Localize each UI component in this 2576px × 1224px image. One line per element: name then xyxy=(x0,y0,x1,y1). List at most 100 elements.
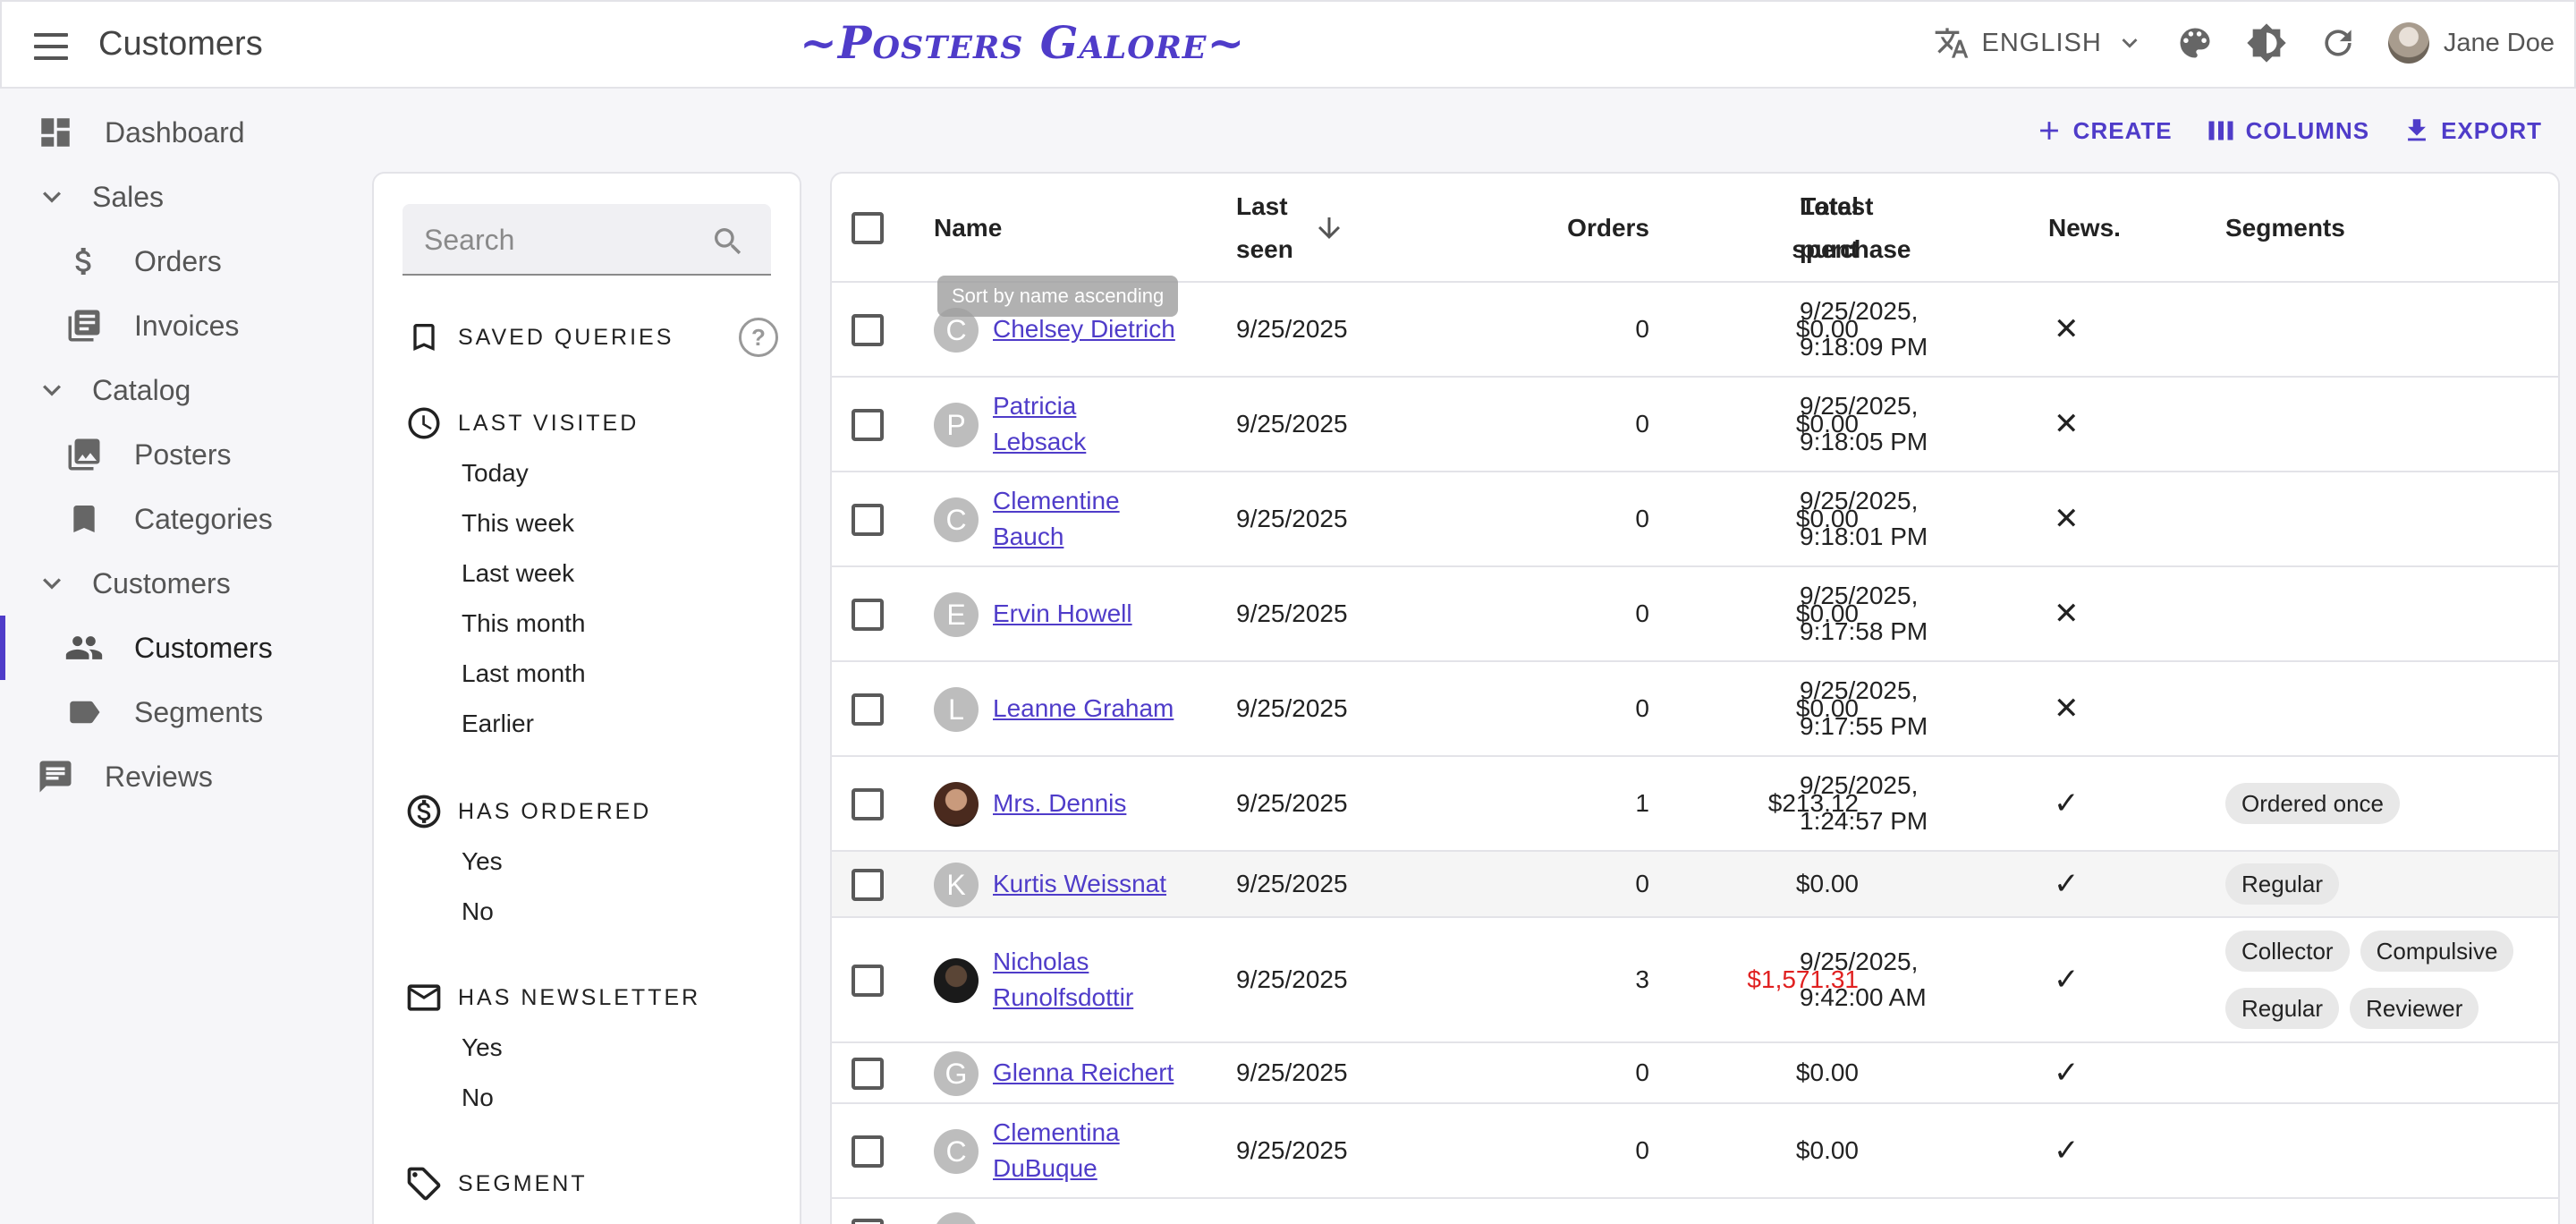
sidebar-item-categories[interactable]: Categories xyxy=(0,487,340,551)
row-checkbox[interactable] xyxy=(852,409,884,441)
last-seen-cell: 9/25/2025 xyxy=(1236,410,1348,438)
has-newsletter-section: HAS NEWSLETTER Yes No xyxy=(402,973,778,1123)
table-row[interactable]: S Schuyler xyxy=(832,1199,2558,1224)
table-row[interactable]: G Glenna Reichert 9/25/2025 0 $0.00 ✓ xyxy=(832,1043,2558,1104)
has-ordered-section: HAS ORDERED Yes No xyxy=(402,786,778,937)
table-header: Name Last seen Orders Total spent Latest pu… xyxy=(832,174,2558,283)
filter-earlier[interactable]: Earlier xyxy=(402,699,778,749)
segment-section: SEGMENT xyxy=(402,1159,778,1209)
export-button[interactable]: EXPORT xyxy=(2402,115,2542,147)
brightness-icon[interactable] xyxy=(2245,21,2288,64)
menu-icon[interactable] xyxy=(34,29,72,64)
library-books-icon xyxy=(64,306,104,345)
segments-cell: Regular xyxy=(2225,852,2547,916)
table-row[interactable]: Nicholas Runolfsdottir 9/25/2025 3 $1,571.31… xyxy=(832,918,2558,1043)
avatar: C xyxy=(934,497,979,542)
customer-name[interactable]: Mrs. Dennis xyxy=(993,757,1225,850)
row-checkbox[interactable] xyxy=(852,314,884,346)
list-toolbar: CREATE COLUMNS EXPORT xyxy=(2034,115,2542,147)
column-newsletter[interactable]: News. xyxy=(2048,174,2121,283)
customer-name[interactable]: Ervin Howell xyxy=(993,567,1225,660)
create-button[interactable]: CREATE xyxy=(2034,115,2173,147)
customer-name[interactable]: Kurtis Weissnat xyxy=(993,852,1225,916)
filter-last-month[interactable]: Last month xyxy=(402,649,778,699)
select-all-checkbox[interactable] xyxy=(852,212,884,244)
filter-this-week[interactable]: This week xyxy=(402,498,778,548)
table-row[interactable]: C Clementine Bauch 9/25/2025 0 $0.00 9/25/2025… xyxy=(832,472,2558,567)
table-row[interactable]: L Leanne Graham 9/25/2025 0 $0.00 9/25/2025, 9… xyxy=(832,662,2558,757)
sidebar-item-dashboard[interactable]: Dashboard xyxy=(0,100,340,165)
customer-name[interactable]: Clementine Bauch xyxy=(993,472,1225,565)
customer-name[interactable]: Nicholas Runolfsdottir xyxy=(993,918,1225,1041)
avatar: G xyxy=(934,1051,979,1096)
customer-name[interactable]: Glenna Reichert xyxy=(993,1043,1225,1102)
customer-name[interactable]: Leanne Graham xyxy=(993,662,1225,755)
orders-cell: 0 xyxy=(1635,870,1649,897)
customer-name[interactable]: Clementina DuBuque xyxy=(993,1104,1225,1197)
filter-newsletter-no[interactable]: No xyxy=(402,1073,778,1123)
last-seen-cell: 9/25/2025 xyxy=(1236,505,1348,532)
filter-ordered-no[interactable]: No xyxy=(402,887,778,937)
filter-last-week[interactable]: Last week xyxy=(402,548,778,599)
segments-cell: Collector Compulsive Regular Reviewer xyxy=(2225,918,2547,1041)
filter-this-month[interactable]: This month xyxy=(402,599,778,649)
customer-name[interactable]: Schuyler xyxy=(993,1199,1225,1224)
filter-newsletter-yes[interactable]: Yes xyxy=(402,1023,778,1073)
row-checkbox[interactable] xyxy=(852,1135,884,1168)
customer-name[interactable]: Patricia Lebsack xyxy=(993,378,1225,471)
row-checkbox[interactable] xyxy=(852,599,884,631)
row-checkbox[interactable] xyxy=(852,504,884,536)
columns-button[interactable]: COLUMNS xyxy=(2205,115,2369,147)
palette-icon[interactable] xyxy=(2174,21,2216,64)
orders-cell: 0 xyxy=(1635,1136,1649,1164)
filter-ordered-yes[interactable]: Yes xyxy=(402,837,778,887)
user-name: Jane Doe xyxy=(2443,28,2555,57)
latest-purchase-cell: 9/25/2025, 1:24:57 PM xyxy=(1800,771,1928,835)
column-name[interactable]: Name xyxy=(934,174,1002,283)
row-checkbox[interactable] xyxy=(852,965,884,997)
last-seen-cell: 9/25/2025 xyxy=(1236,1058,1348,1086)
search-field[interactable] xyxy=(402,204,771,276)
sidebar-item-posters[interactable]: Posters xyxy=(0,422,340,487)
sidebar-group-customers[interactable]: Customers xyxy=(0,551,340,616)
filter-today[interactable]: Today xyxy=(402,448,778,498)
has-newsletter-heading: HAS NEWSLETTER xyxy=(458,984,701,1010)
sidebar-item-invoices[interactable]: Invoices xyxy=(0,293,340,358)
refresh-icon[interactable] xyxy=(2317,21,2360,64)
row-checkbox[interactable] xyxy=(852,1058,884,1090)
column-last-seen[interactable]: Last seen xyxy=(1236,174,1345,283)
column-latest-purchase[interactable]: Latest purchase xyxy=(1800,174,1911,283)
latest-purchase-cell xyxy=(1800,1104,2032,1197)
sidebar-item-customers[interactable]: Customers xyxy=(0,616,340,680)
orders-cell: 1 xyxy=(1635,789,1649,817)
table-row[interactable]: Mrs. Dennis 9/25/2025 1 $213.12 9/25/2025, 1:… xyxy=(832,757,2558,852)
last-seen-cell: 9/25/2025 xyxy=(1236,789,1348,817)
check-icon: ✓ xyxy=(2054,963,2080,997)
table-row[interactable]: E Ervin Howell 9/25/2025 0 $0.00 9/25/2025, 9:… xyxy=(832,567,2558,662)
sidebar-item-orders[interactable]: Orders xyxy=(0,229,340,293)
sidebar-group-sales[interactable]: Sales xyxy=(0,165,340,229)
table-row[interactable]: P Patricia Lebsack 9/25/2025 0 $0.00 9/25/2025… xyxy=(832,378,2558,472)
segments-cell xyxy=(2225,1199,2547,1224)
row-checkbox[interactable] xyxy=(852,788,884,820)
sidebar-item-reviews[interactable]: Reviews xyxy=(0,744,340,809)
row-checkbox[interactable] xyxy=(852,869,884,901)
help-icon[interactable]: ? xyxy=(739,318,778,357)
search-input[interactable] xyxy=(424,220,710,259)
sidebar-item-segments[interactable]: Segments xyxy=(0,680,340,744)
check-icon: ✓ xyxy=(2054,786,2080,820)
customers-table: Name Last seen Orders Total spent Latest pu… xyxy=(830,172,2560,1224)
columns-icon xyxy=(2208,121,2233,140)
language-selector[interactable]: ENGLISH xyxy=(1934,25,2145,61)
avatar xyxy=(2387,22,2429,64)
table-row[interactable]: C Clementina DuBuque 9/25/2025 0 $0.00 ✓ xyxy=(832,1104,2558,1199)
column-orders[interactable]: Orders xyxy=(1449,174,1649,283)
columns-label: COLUMNS xyxy=(2245,116,2370,144)
table-row[interactable]: K Kurtis Weissnat 9/25/2025 0 $0.00 ✓ Regular xyxy=(832,852,2558,918)
segment-chip: Compulsive xyxy=(2360,931,2514,972)
user-menu[interactable]: Jane Doe xyxy=(2387,22,2555,64)
sidebar-group-catalog[interactable]: Catalog xyxy=(0,358,340,422)
column-segments: Segments xyxy=(2225,214,2345,242)
row-checkbox[interactable] xyxy=(852,1219,884,1224)
row-checkbox[interactable] xyxy=(852,693,884,726)
